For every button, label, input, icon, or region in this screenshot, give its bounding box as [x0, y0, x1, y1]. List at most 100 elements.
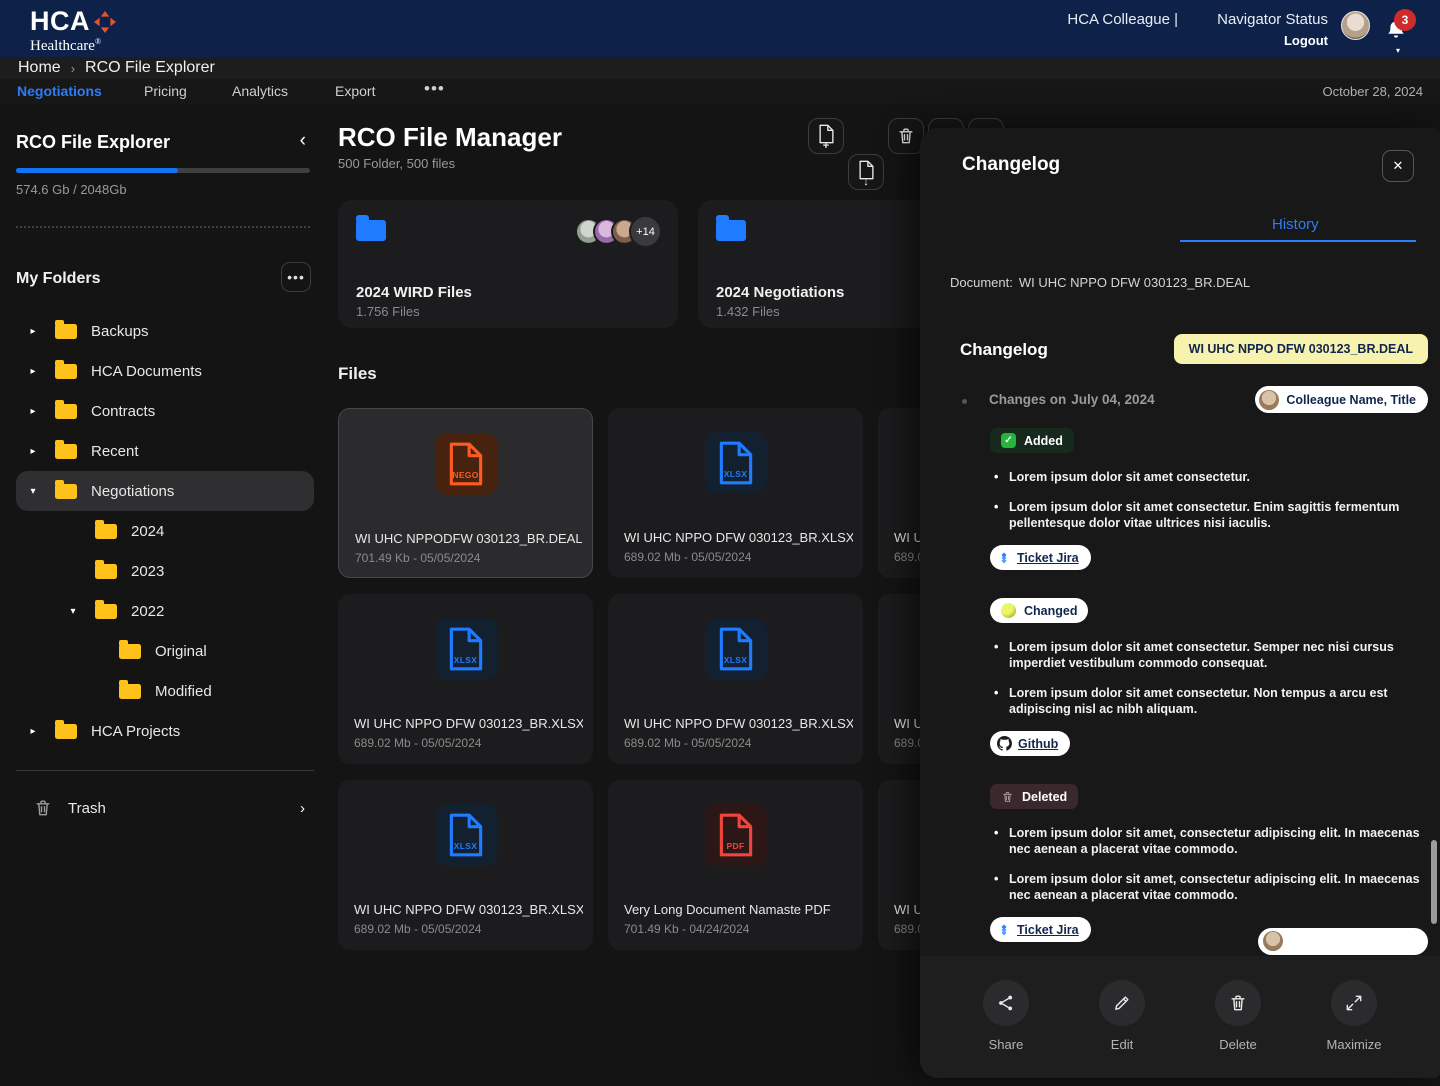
hca-cross-icon [93, 10, 117, 34]
app-header: HCA Healthcare® HCA Colleague | Navigato… [0, 0, 1440, 57]
xlsx-file-icon: XLSX [435, 618, 497, 680]
file-meta: 689.02 Mb - 05/05/2024 [624, 736, 751, 750]
file-card-xlsx[interactable]: XLSX WI UHC NPPO DFW 030123_BR.XLSX 689.… [338, 594, 593, 764]
folder-icon [55, 364, 77, 379]
folder-icon [55, 324, 77, 339]
file-card-xlsx[interactable]: XLSX WI UHC NPPO DFW 030123_BR.XLSX 689.… [608, 408, 863, 578]
document-value: WI UHC NPPO DFW 030123_BR.DEAL [1019, 275, 1250, 290]
file-meta: 689.02 Mb - 05/05/2024 [354, 736, 481, 750]
caret-right-icon[interactable]: ▸ [27, 366, 39, 377]
file-card-pdf[interactable]: PDF Very Long Document Namaste PDF 701.4… [608, 780, 863, 950]
caret-right-icon[interactable]: ▸ [27, 726, 39, 737]
github-icon [997, 736, 1012, 751]
entry-bullet-dot [962, 399, 967, 404]
changed-list: Lorem ipsum dolor sit amet consectetur. … [990, 639, 1424, 717]
page-subtitle: 500 Folder, 500 files [338, 156, 455, 171]
changelog-item: Lorem ipsum dolor sit amet, consectetur … [990, 825, 1424, 857]
bell-caret-icon: ▾ [1396, 46, 1400, 55]
share-icon [996, 993, 1016, 1013]
tab-export[interactable]: Export [335, 83, 375, 99]
document-label: Document: [950, 275, 1013, 290]
tabs-more-icon[interactable]: ••• [424, 79, 445, 99]
tree-item-negotiations[interactable]: ▾ Negotiations [16, 471, 314, 511]
folder-card-name: 2024 WIRD Files [356, 284, 472, 301]
caret-right-icon[interactable]: ▸ [27, 406, 39, 417]
tree-item-2023[interactable]: 2023 [16, 551, 314, 591]
file-name: WI UHC NPPO DFW 030123_BR.XLSX [624, 716, 853, 731]
tab-negotiations[interactable]: Negotiations [17, 83, 102, 99]
delete-button[interactable]: Delete [1193, 980, 1283, 1078]
share-button[interactable]: Share [961, 980, 1051, 1078]
avatar-overflow-badge: +14 [629, 215, 662, 248]
download-file-button[interactable]: ↓ [848, 154, 884, 190]
trash-icon [33, 798, 53, 818]
close-icon[interactable]: ✕ [1382, 150, 1414, 182]
sidebar: RCO File Explorer ‹ 574.6 Gb / 2048Gb My… [0, 104, 330, 1086]
folders-more-button[interactable]: ••• [281, 262, 311, 292]
xlsx-file-icon: XLSX [705, 618, 767, 680]
file-card-xlsx[interactable]: XLSX WI UHC NPPO DFW 030123_BR.XLSX 689.… [608, 594, 863, 764]
breadcrumb: Home › RCO File Explorer [0, 57, 1440, 79]
tree-item-recent[interactable]: ▸ Recent [16, 431, 314, 471]
xlsx-file-icon: XLSX [705, 432, 767, 494]
tab-pricing[interactable]: Pricing [144, 83, 187, 99]
ticket-jira-link[interactable]: Ticket Jira [990, 545, 1091, 570]
active-tab-underline [1180, 240, 1416, 242]
github-link[interactable]: Github [990, 731, 1070, 756]
changes-on-label: Changes on [989, 392, 1066, 407]
trash-icon [1001, 790, 1014, 804]
caret-right-icon[interactable]: ▸ [27, 326, 39, 337]
folder-card-2024-wird-files[interactable]: +14 2024 WIRD Files 1.756 Files [338, 200, 678, 328]
maximize-button[interactable]: Maximize [1309, 980, 1399, 1078]
folder-icon [55, 484, 77, 499]
changelog-item: Lorem ipsum dolor sit amet, consectetur … [990, 871, 1424, 903]
breadcrumb-home[interactable]: Home [18, 59, 61, 77]
tree-item-modified[interactable]: Modified [16, 671, 314, 711]
changelog-item: Lorem ipsum dolor sit amet consectetur. [990, 469, 1424, 485]
file-card-xlsx[interactable]: XLSX WI UHC NPPO DFW 030123_BR.XLSX 689.… [338, 780, 593, 950]
logo-text: HCA [30, 8, 90, 35]
panel-scrollbar-thumb[interactable] [1431, 840, 1437, 924]
added-badge: ✓ Added [990, 428, 1074, 453]
add-file-button[interactable]: + [808, 118, 844, 154]
tree-item-original[interactable]: Original [16, 631, 314, 671]
changed-badge: Changed [990, 598, 1088, 623]
tree-item-contracts[interactable]: ▸ Contracts [16, 391, 314, 431]
next-entry-author-chip[interactable] [1258, 928, 1428, 955]
tree-item-2024[interactable]: 2024 [16, 511, 314, 551]
delete-file-button[interactable] [888, 118, 924, 154]
tree-item-2022[interactable]: ▾ 2022 [16, 591, 314, 631]
caret-down-icon[interactable]: ▾ [27, 486, 39, 497]
tree-item-hca-documents[interactable]: ▸ HCA Documents [16, 351, 314, 391]
trash-item[interactable]: Trash › [0, 788, 330, 828]
folder-icon [95, 604, 117, 619]
edit-button[interactable]: Edit [1077, 980, 1167, 1078]
tree-item-hca-projects[interactable]: ▸ HCA Projects [16, 711, 314, 751]
file-name: WI UHC NPPO DFW 030123_BR.XLSX [624, 530, 853, 545]
logout-button[interactable]: Logout [1284, 33, 1328, 48]
changelog-section-heading: Changelog [960, 340, 1048, 360]
changes-date: July 04, 2024 [1071, 392, 1154, 407]
tab-history[interactable]: History [1272, 216, 1319, 233]
sidebar-title: RCO File Explorer [16, 132, 170, 153]
caret-down-icon[interactable]: ▾ [67, 606, 79, 617]
file-meta: 689.02 Mb - 05/05/2024 [354, 922, 481, 936]
author-chip[interactable]: Colleague Name, Title [1255, 386, 1428, 413]
ball-icon [1001, 603, 1016, 618]
user-avatar[interactable] [1341, 11, 1370, 40]
navigator-status-link[interactable]: Navigator Status [1217, 11, 1328, 28]
changelog-panel: Changelog ✕ History Document: WI UHC NPPO… [920, 128, 1440, 1078]
page-date: October 28, 2024 [1323, 84, 1423, 99]
storage-label: 574.6 Gb / 2048Gb [16, 182, 127, 197]
blue-folder-icon [716, 220, 746, 241]
sidebar-collapse-icon[interactable]: ‹ [300, 130, 306, 152]
trash-icon [1228, 993, 1248, 1013]
ticket-jira-link[interactable]: Ticket Jira [990, 917, 1091, 942]
author-avatar [1263, 931, 1283, 951]
file-card-deal[interactable]: NEGO WI UHC NPPODFW 030123_BR.DEAL 701.4… [338, 408, 593, 578]
caret-right-icon[interactable]: ▸ [27, 446, 39, 457]
tree-item-backups[interactable]: ▸ Backups [16, 311, 314, 351]
sidebar-divider [16, 770, 314, 771]
tab-analytics[interactable]: Analytics [232, 83, 288, 99]
file-name: WI UHC NPPO DFW 030123_BR.XLSX [354, 902, 583, 917]
